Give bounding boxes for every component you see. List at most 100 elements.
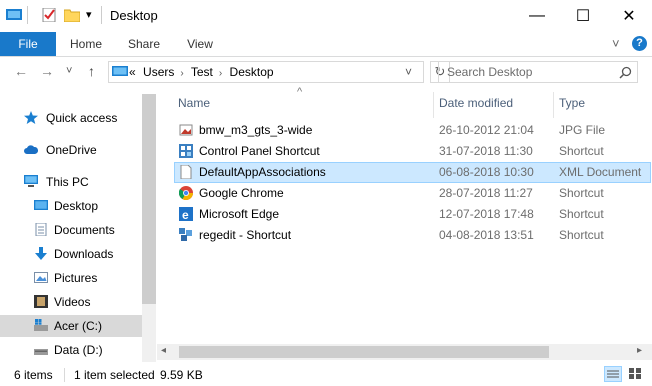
nav-label: Data (D:)	[54, 343, 103, 357]
status-selection: 1 item selected	[74, 368, 155, 382]
nav-label: This PC	[46, 175, 89, 189]
file-date: 31-07-2018 11:30	[439, 144, 533, 158]
help-icon[interactable]: ?	[632, 36, 647, 51]
recent-locations-button[interactable]: ˅	[66, 65, 72, 77]
nav-item-documents[interactable]: Documents	[0, 219, 142, 241]
properties-icon[interactable]	[42, 8, 58, 22]
file-type: Shortcut	[559, 186, 604, 200]
nav-item-drive-c[interactable]: Acer (C:)	[0, 315, 142, 337]
window-title: Desktop	[110, 8, 158, 23]
breadcrumb-test[interactable]: Test	[191, 65, 213, 79]
videos-icon	[34, 295, 48, 308]
file-name: Microsoft Edge	[199, 207, 280, 221]
documents-icon	[35, 223, 47, 236]
file-type: Shortcut	[559, 228, 604, 242]
back-button[interactable]: ←	[14, 63, 28, 79]
nav-item-desktop[interactable]: Desktop	[0, 195, 142, 217]
nav-item-videos[interactable]: Videos	[0, 291, 142, 313]
large-icons-view-button[interactable]	[626, 366, 644, 382]
scroll-right-icon[interactable]: ▸	[637, 345, 642, 356]
file-type: Shortcut	[559, 144, 604, 158]
breadcrumb-separator[interactable]: ›	[219, 68, 222, 79]
nav-item-drive-d[interactable]: Data (D:)	[0, 339, 142, 361]
minimize-button[interactable]: —	[514, 0, 560, 32]
drive-d-icon	[34, 349, 48, 355]
breadcrumb-separator[interactable]: ›	[180, 68, 183, 79]
address-overflow[interactable]: «	[129, 65, 136, 79]
navigation-bar: ← → ˅ ↑ « Users › Test › Desktop ˅ ↻ Searc…	[0, 57, 652, 87]
address-dropdown-icon[interactable]: ˅	[405, 65, 412, 79]
forward-button[interactable]: →	[40, 63, 54, 79]
nav-item-downloads[interactable]: Downloads	[0, 243, 142, 265]
customize-toolbar-dropdown[interactable]: ▾	[86, 8, 92, 21]
close-button[interactable]: ✕	[606, 0, 652, 32]
table-row[interactable]: Control Panel Shortcut 31-07-2018 11:30 …	[175, 141, 651, 162]
maximize-button[interactable]: ☐	[560, 0, 606, 32]
status-separator	[64, 368, 65, 382]
column-header-name[interactable]: Name	[178, 96, 210, 110]
computer-icon	[24, 175, 38, 187]
nav-item-pictures[interactable]: Pictures	[0, 267, 142, 289]
status-bar: 6 items 1 item selected 9.59 KB	[0, 363, 652, 386]
ribbon-tabs: File Home Share View ˅ ?	[0, 32, 652, 57]
column-divider[interactable]	[433, 92, 434, 118]
nav-pane-scroll-thumb[interactable]	[142, 94, 156, 304]
horizontal-scrollbar[interactable]: ◂ ▸	[157, 344, 652, 360]
close-icon: ✕	[622, 8, 636, 25]
nav-label: OneDrive	[46, 143, 97, 157]
table-row[interactable]: Google Chrome 28-07-2018 11:27 Shortcut	[175, 183, 651, 204]
nav-item-quick-access[interactable]: Quick access	[0, 107, 142, 129]
xml-file-icon	[180, 165, 192, 179]
nav-label: Downloads	[54, 247, 114, 261]
tab-share[interactable]: Share	[120, 32, 168, 56]
scroll-left-icon[interactable]: ◂	[161, 345, 166, 356]
column-divider[interactable]	[553, 92, 554, 118]
maximize-icon: ☐	[575, 8, 591, 25]
breadcrumb-desktop[interactable]: Desktop	[230, 65, 274, 79]
table-row[interactable]: bmw_m3_gts_3-wide 26-10-2012 21:04 JPG F…	[175, 120, 651, 141]
nav-label: Acer (C:)	[54, 319, 102, 333]
status-size: 9.59 KB	[160, 368, 203, 382]
column-header-type[interactable]: Type	[559, 96, 585, 110]
edge-icon: e	[179, 207, 193, 221]
search-input[interactable]: Search Desktop	[438, 61, 638, 83]
regedit-icon	[179, 228, 192, 241]
file-type: JPG File	[559, 123, 606, 137]
nav-label: Pictures	[54, 271, 98, 285]
horizontal-scroll-thumb[interactable]	[179, 346, 549, 358]
table-row[interactable]: e Microsoft Edge 12-07-2018 17:48 Shortc…	[175, 204, 651, 225]
tab-file[interactable]: File	[0, 32, 56, 56]
nav-label: Desktop	[54, 199, 99, 213]
table-row[interactable]: regedit - Shortcut 04-08-2018 13:51 Shor…	[175, 225, 651, 246]
details-view-button[interactable]	[604, 366, 622, 382]
breadcrumb-users[interactable]: Users	[143, 65, 174, 79]
separator	[27, 6, 28, 24]
file-type: Shortcut	[559, 207, 604, 221]
file-type: XML Document	[559, 165, 642, 179]
up-button[interactable]: ↑	[88, 63, 95, 79]
nav-label: Quick access	[46, 111, 118, 125]
expand-ribbon-icon[interactable]: ˅	[612, 36, 620, 51]
file-date: 28-07-2018 11:27	[439, 186, 533, 200]
new-folder-icon[interactable]	[64, 8, 80, 22]
large-icons-view-icon	[629, 368, 641, 379]
cloud-icon	[24, 145, 38, 154]
svg-text:e: e	[182, 208, 189, 221]
table-row-selected[interactable]: DefaultAppAssociations 06-08-2018 10:30 …	[174, 162, 651, 183]
separator	[101, 6, 102, 24]
file-name: bmw_m3_gts_3-wide	[199, 123, 313, 137]
tab-home[interactable]: Home	[62, 32, 110, 56]
file-list: ^ Name Date modified Type bmw_m3_gts_3-w…	[157, 86, 652, 362]
nav-item-onedrive[interactable]: OneDrive	[0, 139, 142, 161]
star-icon	[24, 111, 38, 124]
search-placeholder: Search Desktop	[447, 65, 533, 79]
desktop-folder-icon	[34, 200, 48, 210]
column-header-date-modified[interactable]: Date modified	[439, 96, 513, 110]
file-name: DefaultAppAssociations	[199, 165, 326, 179]
tab-view[interactable]: View	[176, 32, 224, 56]
address-bar[interactable]: « Users › Test › Desktop ˅	[108, 61, 424, 83]
details-view-icon	[607, 370, 619, 378]
nav-label: Documents	[54, 223, 115, 237]
file-name: Google Chrome	[199, 186, 284, 200]
nav-item-this-pc[interactable]: This PC	[0, 171, 142, 193]
